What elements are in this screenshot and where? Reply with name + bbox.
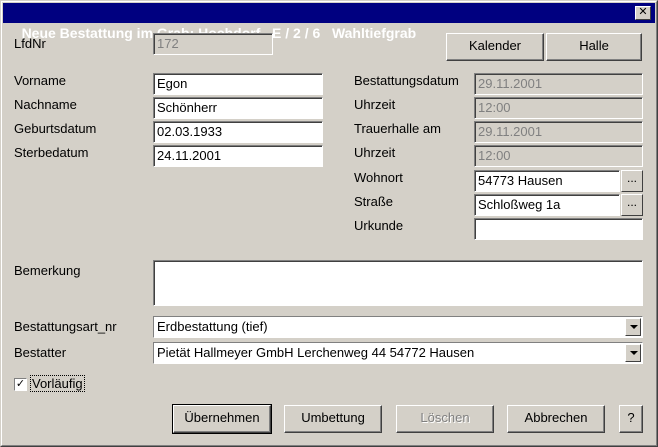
help-button[interactable]: ? [619, 405, 643, 433]
umbettung-button[interactable]: Umbettung [284, 405, 382, 433]
lfdnr-label: LfdNr [14, 36, 46, 51]
dialog-window: Neue Bestattung im Grab: Hochdorf E / 2 … [0, 0, 658, 447]
bestattungsdatum-field: 29.11.2001 [474, 73, 643, 95]
trauerhalle-label: Trauerhalle am [354, 121, 441, 136]
bestatter-select[interactable]: Pietät Hallmeyer GmbH Lerchenweg 44 5477… [153, 342, 643, 364]
wohnort-browse-button[interactable]: ... [621, 170, 643, 192]
close-button[interactable]: ✕ [635, 6, 651, 20]
wohnort-field[interactable]: 54773 Hausen [474, 170, 620, 192]
strasse-label: Straße [354, 194, 394, 209]
uebernehmen-button[interactable]: Übernehmen [172, 404, 272, 434]
sterbedatum-label: Sterbedatum [14, 145, 89, 160]
vorname-field[interactable]: Egon [153, 73, 323, 95]
loeschen-button: Löschen [396, 405, 494, 433]
checkmark-icon: ✓ [15, 378, 26, 390]
vorname-label: Vorname [14, 73, 67, 88]
vorlaeufig-checkbox[interactable]: ✓ [14, 378, 27, 391]
halle-button[interactable]: Halle [546, 33, 642, 61]
bestatter-value: Pietät Hallmeyer GmbH Lerchenweg 44 5477… [157, 345, 475, 360]
bestattungsart-label: Bestattungsart_nr [14, 319, 117, 334]
abbrechen-button[interactable]: Abbrechen [507, 405, 605, 433]
bestattungsart-select[interactable]: Erdbestattung (tief) [153, 316, 643, 338]
bestatter-label: Bestatter [14, 345, 67, 360]
lfdnr-field: 172 [153, 33, 273, 55]
strasse-field[interactable]: Schloßweg 1a [474, 194, 620, 216]
uhrzeit-label-1: Uhrzeit [354, 97, 396, 112]
nachname-label: Nachname [14, 97, 77, 112]
uhrzeit-field-2: 12:00 [474, 145, 643, 167]
chevron-down-icon[interactable] [625, 318, 641, 336]
uhrzeit-field-1: 12:00 [474, 97, 643, 119]
trauerhalle-field: 29.11.2001 [474, 121, 643, 143]
strasse-browse-button[interactable]: ... [621, 194, 643, 216]
chevron-down-icon[interactable] [625, 344, 641, 362]
title-bar: Neue Bestattung im Grab: Hochdorf E / 2 … [3, 3, 655, 41]
bemerkung-field[interactable] [153, 260, 643, 306]
kalender-button[interactable]: Kalender [446, 33, 544, 61]
sterbedatum-field[interactable]: 24.11.2001 [153, 145, 323, 167]
bestattungsdatum-label: Bestattungsdatum [354, 73, 459, 88]
urkunde-label: Urkunde [354, 218, 404, 233]
close-icon: ✕ [638, 6, 648, 18]
nachname-field[interactable]: Schönherr [153, 97, 323, 119]
geburtsdatum-label: Geburtsdatum [14, 121, 97, 136]
bemerkung-label: Bemerkung [14, 263, 81, 278]
vorlaeufig-label[interactable]: Vorläufig [30, 375, 85, 392]
uhrzeit-label-2: Uhrzeit [354, 145, 396, 160]
wohnort-label: Wohnort [354, 170, 403, 185]
geburtsdatum-field[interactable]: 02.03.1933 [153, 121, 323, 143]
urkunde-field[interactable] [474, 218, 643, 240]
bestattungsart-value: Erdbestattung (tief) [157, 319, 268, 334]
